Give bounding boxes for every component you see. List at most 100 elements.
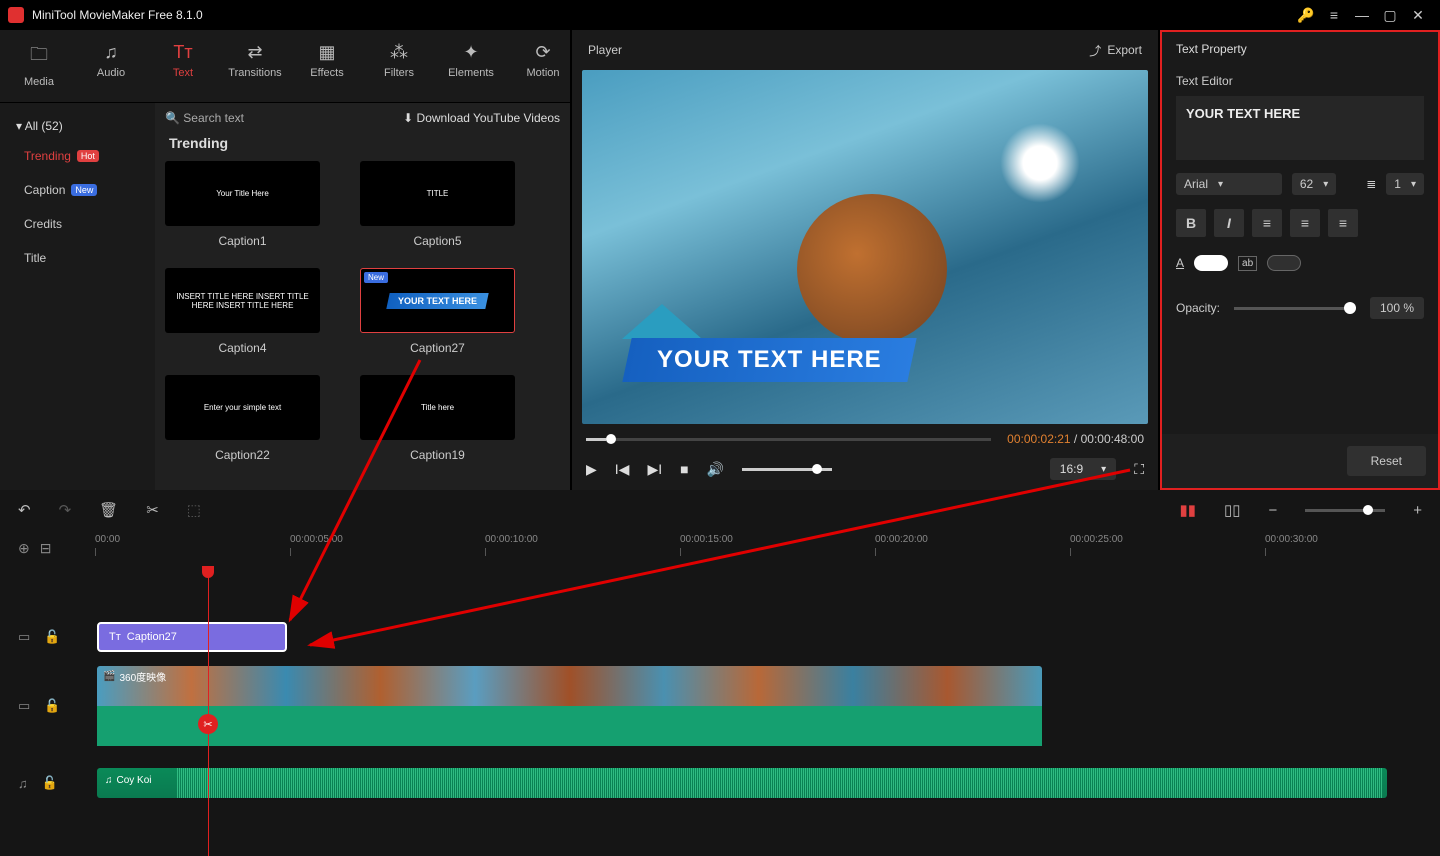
maximize-button[interactable]: ▢ (1376, 7, 1404, 24)
ruler-tick: 00:00:30:00 (1265, 534, 1318, 545)
download-youtube-link[interactable]: ⬇ Download YouTube Videos (403, 111, 560, 125)
play-button[interactable]: ▶ (586, 461, 597, 478)
audio-clip-icon: ♫ (105, 775, 113, 786)
redo-button[interactable]: ↷ (59, 501, 72, 519)
align-right-button[interactable]: ≡ (1328, 209, 1358, 237)
highlight-color-swatch[interactable] (1267, 255, 1301, 271)
zoom-slider[interactable] (1305, 509, 1385, 512)
crop-button[interactable]: ⬚ (187, 501, 201, 519)
menu-icon[interactable]: ≡ (1320, 7, 1348, 23)
minimize-button[interactable]: — (1348, 7, 1376, 23)
auto-tool-icon[interactable]: ▮▮ (1179, 501, 1196, 519)
text-preset-caption4[interactable]: INSERT TITLE HERE INSERT TITLE HERE INSE… (165, 268, 320, 355)
audio-clip[interactable]: ♫ Coy Koi (97, 768, 1387, 798)
text-gallery: 🔍 Search text ⬇ Download YouTube Videos … (155, 103, 570, 490)
audio-clip-label: Coy Koi (117, 775, 152, 786)
playhead[interactable]: ✂ (208, 566, 209, 856)
split-button[interactable]: ✂ (146, 501, 159, 519)
opacity-label: Opacity: (1176, 301, 1220, 315)
text-color-icon: A (1176, 256, 1184, 270)
align-center-button[interactable]: ≡ (1290, 209, 1320, 237)
align-left-button[interactable]: ≡ (1252, 209, 1282, 237)
next-frame-button[interactable]: ▶I (647, 461, 662, 478)
text-input[interactable] (1176, 96, 1424, 160)
text-preset-caption27[interactable]: NewYOUR TEXT HERECaption27 (360, 268, 515, 355)
audio-icon: ♫ (76, 42, 146, 63)
ruler-tick: 00:00:05:00 (290, 534, 343, 545)
fullscreen-button[interactable]: ⛶ (1134, 461, 1144, 478)
stop-button[interactable]: ■ (680, 461, 688, 477)
opacity-value: 100 % (1370, 297, 1424, 319)
track-visibility-icon[interactable]: ▭ (18, 629, 30, 645)
zoom-out-button[interactable]: − (1268, 502, 1277, 519)
zoom-in-button[interactable]: + (1413, 502, 1422, 519)
elements-icon: ✦ (436, 42, 506, 63)
collapse-tracks-icon[interactable]: ⊟ (40, 540, 52, 557)
add-track-icon[interactable]: ⊕ (18, 540, 30, 557)
font-size-select[interactable]: 62▾ (1292, 173, 1336, 195)
snap-icon[interactable]: ▯▯ (1224, 501, 1241, 519)
delete-button[interactable]: 🗑 (99, 501, 118, 519)
filters-icon: ⁂ (364, 42, 434, 63)
line-spacing-select[interactable]: 1▾ (1386, 173, 1424, 195)
font-family-select[interactable]: Arial▾ (1176, 173, 1282, 195)
ruler-tick: 00:00:25:00 (1070, 534, 1123, 545)
search-text-input[interactable]: 🔍 Search text (165, 111, 403, 125)
tab-text[interactable]: TтText (148, 38, 218, 94)
timeline-tracks: ✂ ▭ 🔓 Tт Caption27 ▭ 🔓 🎬360度映像 (0, 566, 1440, 856)
aspect-ratio-select[interactable]: 16:9▾ (1050, 458, 1116, 480)
italic-button[interactable]: I (1214, 209, 1244, 237)
app-logo-icon (8, 7, 24, 23)
lower-third-overlay: YOUR TEXT HERE (623, 338, 917, 382)
tab-motion[interactable]: ⟳Motion (508, 38, 578, 94)
volume-icon[interactable]: 🔊 (707, 461, 724, 478)
export-button[interactable]: ⤴ Export (1089, 42, 1142, 59)
audio-track-icon[interactable]: ♫ (18, 776, 28, 791)
app-title: MiniTool MovieMaker Free 8.1.0 (32, 8, 203, 22)
track-lock-icon[interactable]: 🔓 (44, 698, 60, 714)
time-display: 00:00:02:21 / 00:00:48:00 (1007, 432, 1144, 446)
sidebar-item-trending[interactable]: Trending Hot (0, 139, 155, 173)
sidebar-item-caption[interactable]: Caption New (0, 173, 155, 207)
undo-button[interactable]: ↶ (18, 501, 31, 519)
sidebar-item-title[interactable]: Title (0, 241, 155, 275)
ruler-tick: 00:00 (95, 534, 120, 545)
text-preset-caption19[interactable]: Title hereCaption19 (360, 375, 515, 462)
tab-filters[interactable]: ⁂Filters (364, 38, 434, 94)
sidebar-item-credits[interactable]: Credits (0, 207, 155, 241)
track-visibility-icon[interactable]: ▭ (18, 698, 30, 714)
bold-button[interactable]: B (1176, 209, 1206, 237)
video-clip[interactable]: 🎬360度映像 (97, 666, 1042, 746)
reset-button[interactable]: Reset (1347, 446, 1426, 476)
prev-frame-button[interactable]: I◀ (615, 461, 630, 478)
player-panel: Player ⤴ Export YOUR TEXT HERE 00:00:02:… (570, 30, 1160, 490)
tab-media[interactable]: 🗀Media (4, 38, 74, 94)
text-preset-caption22[interactable]: Enter your simple textCaption22 (165, 375, 320, 462)
text-clip[interactable]: Tт Caption27 (97, 622, 287, 652)
key-icon[interactable]: 🔑 (1292, 7, 1320, 24)
track-lock-icon[interactable]: 🔓 (44, 629, 60, 645)
close-button[interactable]: ✕ (1404, 7, 1432, 24)
tab-elements[interactable]: ✦Elements (436, 38, 506, 94)
text-color-swatch[interactable] (1194, 255, 1228, 271)
volume-slider[interactable] (742, 468, 832, 471)
tab-transitions[interactable]: ⇄Transitions (220, 38, 290, 94)
text-preset-caption1[interactable]: Your Title HereCaption1 (165, 161, 320, 248)
video-preview[interactable]: YOUR TEXT HERE (582, 70, 1148, 424)
library-panel: 🗀Media♫AudioTтText⇄Transitions▦Effects⁂F… (0, 30, 570, 490)
timeline-ruler[interactable]: ⊕ ⊟ 00:0000:00:05:0000:00:10:0000:00:15:… (0, 530, 1440, 566)
text-preset-caption5[interactable]: TITLECaption5 (360, 161, 515, 248)
ruler-tick: 00:00:10:00 (485, 534, 538, 545)
text-property-panel: Text Property Text Editor Arial▾ 62▾ ≣ 1… (1160, 30, 1440, 490)
tab-audio[interactable]: ♫Audio (76, 38, 146, 94)
text-icon: Tт (148, 42, 218, 63)
tab-effects[interactable]: ▦Effects (292, 38, 362, 94)
transitions-icon: ⇄ (220, 42, 290, 63)
sidebar-all[interactable]: ▾ All (52) (0, 113, 155, 139)
text-category-sidebar: ▾ All (52) Trending HotCaption NewCredit… (0, 103, 155, 490)
track-lock-icon[interactable]: 🔓 (42, 775, 58, 791)
seek-bar[interactable] (586, 438, 991, 441)
split-at-playhead-icon[interactable]: ✂ (198, 714, 218, 734)
video-clip-label: 360度映像 (119, 669, 166, 684)
opacity-slider[interactable] (1234, 307, 1356, 310)
